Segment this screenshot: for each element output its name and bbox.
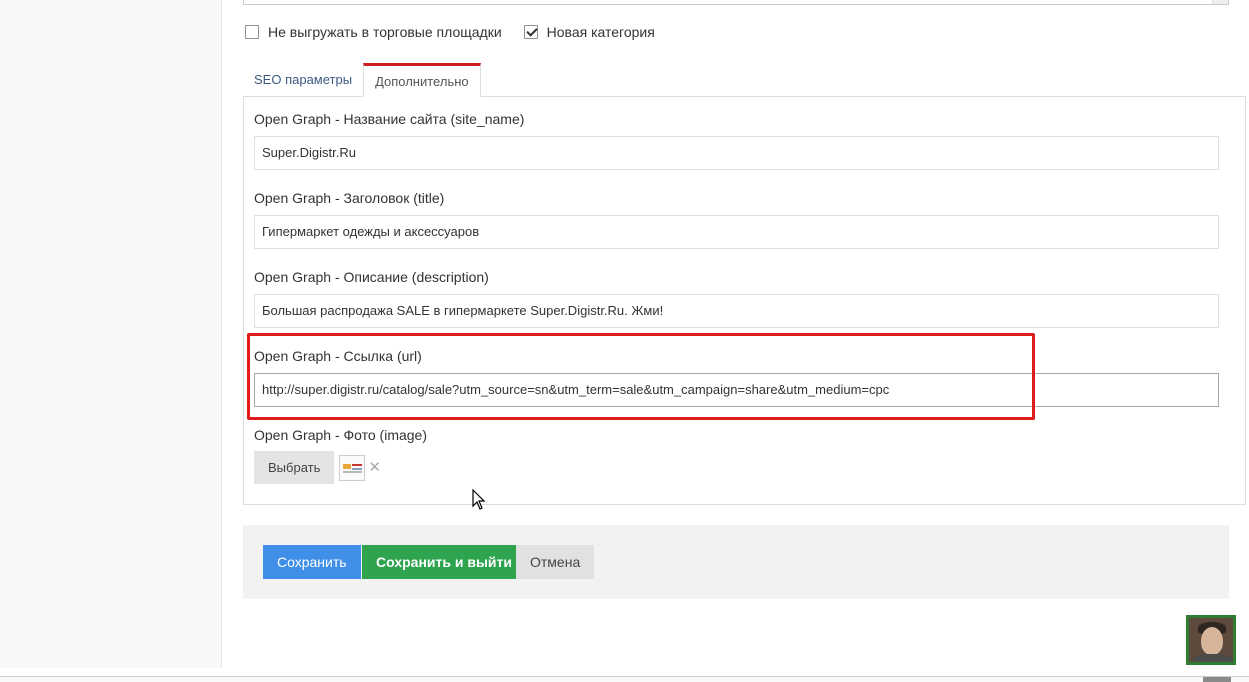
field-label: Open Graph - Название сайта (site_name) [254,111,525,127]
save-button[interactable]: Сохранить [263,545,361,579]
scrollbar-handle[interactable] [1203,677,1231,682]
field-label: Open Graph - Описание (description) [254,269,489,285]
og-description-field: Open Graph - Описание (description) Боль… [254,267,1219,328]
tabs: SEO параметры Дополнительно [243,63,481,97]
textarea-scrollbar[interactable] [1212,0,1228,4]
og-image-controls: Выбрать ✕ [254,451,381,484]
checkbox-box[interactable] [245,25,259,39]
mouse-cursor-icon [472,489,486,510]
tab-panel-additional: Open Graph - Название сайта (site_name) … [243,96,1246,505]
checkbox-new-category[interactable]: Новая категория [523,24,655,40]
bottom-scrollbar[interactable] [0,676,1249,682]
options-checkboxes: Не выгружать в торговые площадки Новая к… [245,24,677,40]
tab-seo[interactable]: SEO параметры [243,63,363,97]
field-label: Open Graph - Фото (image) [254,427,427,443]
top-textarea[interactable] [243,0,1229,5]
image-thumbnail-icon[interactable] [339,454,366,481]
field-label: Open Graph - Заголовок (title) [254,190,445,206]
checkbox-label: Новая категория [546,24,655,40]
og-description-input[interactable]: Большая распродажа SALE в гипермаркете S… [254,294,1219,328]
save-and-exit-button[interactable]: Сохранить и выйти [362,545,526,579]
choose-image-button[interactable]: Выбрать [254,451,335,484]
og-url-input[interactable]: http://super.digistr.ru/catalog/sale?utm… [254,373,1219,407]
checkbox-no-export[interactable]: Не выгружать в торговые площадки [245,24,502,40]
main-content: Не выгружать в торговые площадки Новая к… [223,0,1249,668]
cancel-button[interactable]: Отмена [516,545,595,579]
checkbox-label: Не выгружать в торговые площадки [268,24,502,40]
left-sidebar [0,0,222,668]
check-icon[interactable] [523,25,538,39]
webcam-overlay [1186,615,1236,665]
og-site-name-input[interactable]: Super.Digistr.Ru [254,136,1219,170]
close-icon[interactable]: ✕ [368,460,381,475]
og-site-name-field: Open Graph - Название сайта (site_name) … [254,109,1219,170]
field-label: Open Graph - Ссылка (url) [254,348,422,364]
og-title-field: Open Graph - Заголовок (title) Гипермарк… [254,188,1219,249]
og-url-field: Open Graph - Ссылка (url) http://super.d… [254,346,1219,407]
form-actions: Сохранить Сохранить и выйти Отмена [243,525,1229,599]
og-title-input[interactable]: Гипермаркет одежды и аксессуаров [254,215,1219,249]
og-image-field: Open Graph - Фото (image) [254,425,1219,445]
tab-additional[interactable]: Дополнительно [363,63,481,97]
